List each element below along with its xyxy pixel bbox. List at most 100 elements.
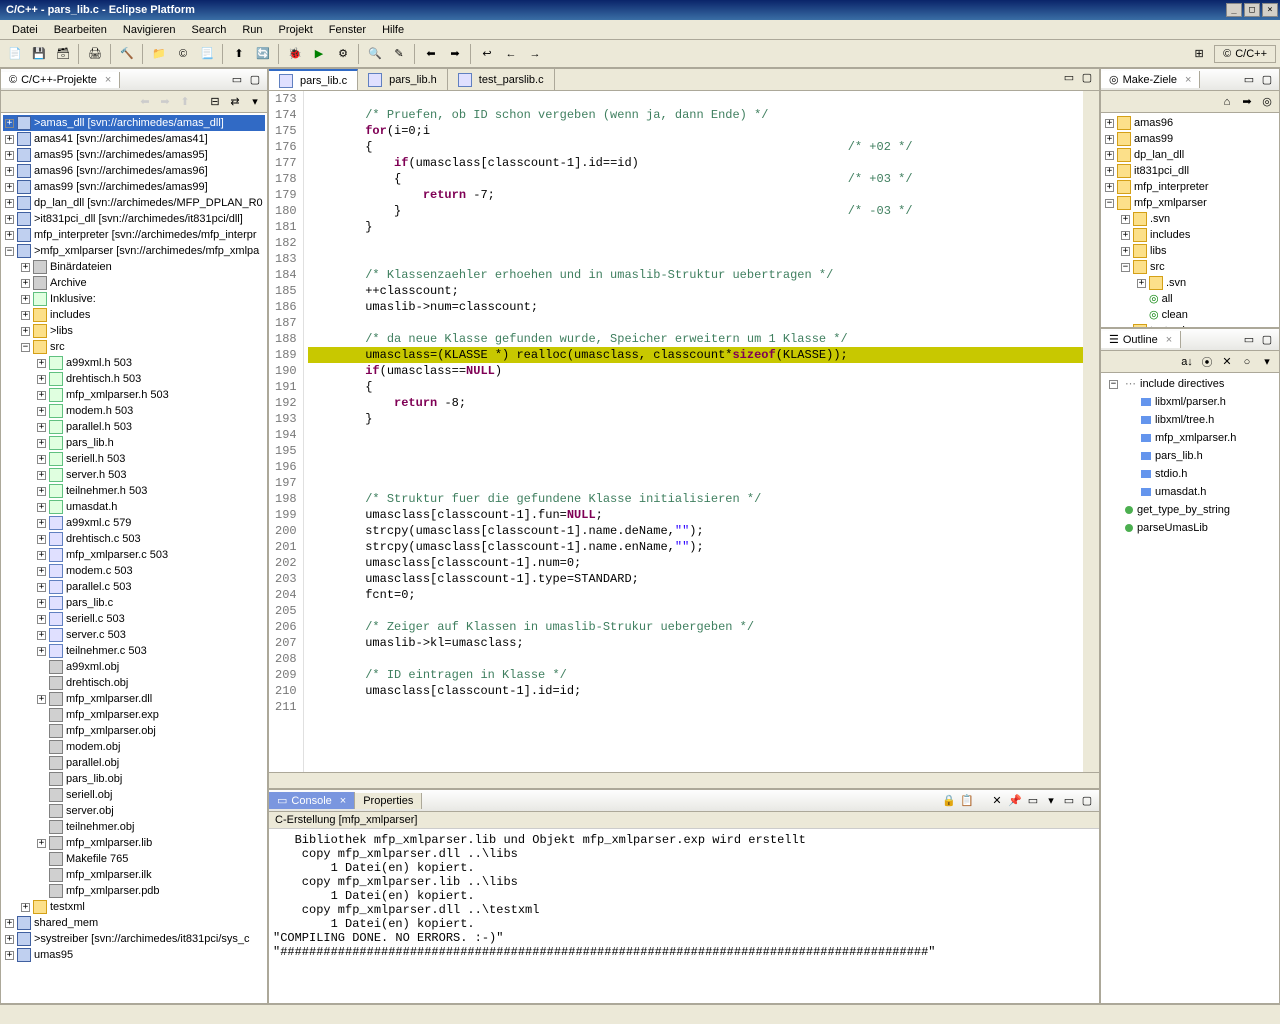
tree-item[interactable]: mfp_xmlparser.ilk [3,867,265,883]
expand-icon[interactable]: + [1105,183,1114,192]
maximize-button[interactable]: □ [1244,3,1260,17]
expand-icon[interactable]: + [37,535,46,544]
tree-item[interactable]: +amas41 [svn://archimedes/amas41] [3,131,265,147]
svn-update-icon[interactable]: 🔄 [252,43,274,65]
tree-item[interactable]: +>amas_dll [svn://archimedes/amas_dll] [3,115,265,131]
tree-item[interactable]: +modem.c 503 [3,563,265,579]
tree-item[interactable]: +shared_mem [3,915,265,931]
tree-item[interactable]: a99xml.obj [3,659,265,675]
menu-navigieren[interactable]: Navigieren [115,22,184,38]
tab-console[interactable]: ▭ Console × [269,792,355,809]
menu-hilfe[interactable]: Hilfe [374,22,412,38]
expand-icon[interactable]: − [1105,199,1114,208]
tree-item[interactable]: +mfp_xmlparser.c 503 [3,547,265,563]
tree-item[interactable]: +>systreiber [svn://archimedes/it831pci/… [3,931,265,947]
expand-icon[interactable]: + [5,167,14,176]
tab-make-targets[interactable]: ◎ Make-Ziele × [1101,71,1200,88]
outline-item[interactable]: pars_lib.h [1103,447,1277,465]
nav-back-icon[interactable]: ⬅ [420,43,442,65]
expand-icon[interactable]: + [37,391,46,400]
minimize-view-icon[interactable]: ▭ [229,72,245,88]
tree-item[interactable]: +parallel.h 503 [3,419,265,435]
tree-item[interactable]: +includes [3,307,265,323]
expand-icon[interactable]: + [21,295,30,304]
minimize-view-icon[interactable]: ▭ [1241,332,1257,348]
nav-back-icon[interactable]: ⬅ [137,94,153,110]
tree-item[interactable]: +amas99 [svn://archimedes/amas99] [3,179,265,195]
maximize-view-icon[interactable]: ▢ [1079,793,1095,809]
collapse-icon[interactable]: ⊟ [207,94,223,110]
up-icon[interactable]: ⬆ [177,94,193,110]
expand-icon[interactable]: + [37,439,46,448]
expand-icon[interactable]: + [5,151,14,160]
close-button[interactable]: × [1262,3,1278,17]
lock-icon[interactable]: 🔒 [941,793,957,809]
expand-icon[interactable]: + [37,647,46,656]
menu-search[interactable]: Search [184,22,235,38]
new-icon[interactable]: 📄 [4,43,26,65]
tree-item[interactable]: teilnehmer.obj [3,819,265,835]
tree-item[interactable]: +drehtisch.h 503 [3,371,265,387]
tree-item[interactable]: +includes [1103,227,1277,243]
expand-icon[interactable]: + [1121,231,1130,240]
tree-item[interactable]: +mfp_xmlparser.h 503 [3,387,265,403]
clear-icon[interactable]: ✕ [989,793,1005,809]
file-icon[interactable]: 📃 [196,43,218,65]
expand-icon[interactable]: + [37,839,46,848]
tree-item[interactable]: −src [3,339,265,355]
expand-icon[interactable]: + [37,423,46,432]
outline-item[interactable]: mfp_xmlparser.h [1103,429,1277,447]
nav-fwd-icon[interactable]: ➡ [444,43,466,65]
menu-icon[interactable]: ▾ [247,94,263,110]
tree-item[interactable]: +.svn [1103,275,1277,291]
extern-icon[interactable]: ⚙ [332,43,354,65]
tree-item[interactable]: −src [1103,259,1277,275]
tab-properties[interactable]: Properties [355,793,422,809]
code-area[interactable]: /* Pruefen, ob ID schon vergeben (wenn j… [304,91,1083,772]
tree-item[interactable]: −>mfp_xmlparser [svn://archimedes/mfp_xm… [3,243,265,259]
display-icon[interactable]: ▭ [1025,793,1041,809]
saveall-icon[interactable]: 🗃 [52,43,74,65]
save-icon[interactable]: 💾 [28,43,50,65]
expand-icon[interactable]: + [5,935,14,944]
tree-item[interactable]: ◎all [1103,291,1277,307]
tree-item[interactable]: +.svn [1103,211,1277,227]
tree-item[interactable]: modem.obj [3,739,265,755]
pin-icon[interactable]: 📌 [1007,793,1023,809]
menu-fenster[interactable]: Fenster [321,22,374,38]
expand-icon[interactable]: + [5,135,14,144]
open-perspective-icon[interactable]: ⊞ [1188,43,1210,65]
expand-icon[interactable]: + [37,695,46,704]
close-icon[interactable]: × [105,74,111,86]
outline-item[interactable]: −⋯include directives [1103,375,1277,393]
editor-tab[interactable]: pars_lib.h [358,69,448,90]
expand-icon[interactable]: + [1105,167,1114,176]
tree-item[interactable]: +a99xml.c 579 [3,515,265,531]
expand-icon[interactable]: + [5,951,14,960]
expand-icon[interactable]: − [1121,263,1130,272]
build-target-icon[interactable]: ◎ [1259,94,1275,110]
annotate-icon[interactable]: ✎ [388,43,410,65]
tree-item[interactable]: seriell.obj [3,787,265,803]
close-icon[interactable]: × [1166,334,1172,346]
tree-item[interactable]: server.obj [3,803,265,819]
debug-icon[interactable]: 🐞 [284,43,306,65]
tree-item[interactable]: +Binärdateien [3,259,265,275]
tree-item[interactable]: +amas96 [svn://archimedes/amas96] [3,163,265,179]
tree-item[interactable]: +>it831pci_dll [svn://archimedes/it831pc… [3,211,265,227]
code-editor[interactable]: 1731741751761771781791801811821831841851… [269,91,1099,772]
outline-tree[interactable]: −⋯include directiveslibxml/parser.hlibxm… [1101,373,1279,1003]
build-icon[interactable]: 🔨 [116,43,138,65]
expand-icon[interactable]: + [1121,327,1130,328]
console-output[interactable]: Bibliothek mfp_xmlparser.lib und Objekt … [269,829,1099,1003]
tree-item[interactable]: +server.h 503 [3,467,265,483]
outline-item[interactable]: parseUmasLib [1103,519,1277,537]
expand-icon[interactable]: + [37,615,46,624]
fwd-icon[interactable]: → [524,43,546,65]
project-tree[interactable]: +>amas_dll [svn://archimedes/amas_dll]+a… [1,113,267,1003]
expand-icon[interactable]: + [37,583,46,592]
home-icon[interactable]: ⌂ [1219,94,1235,110]
expand-icon[interactable]: + [37,487,46,496]
editor-hscrollbar[interactable] [269,773,1099,788]
expand-icon[interactable]: + [1121,247,1130,256]
